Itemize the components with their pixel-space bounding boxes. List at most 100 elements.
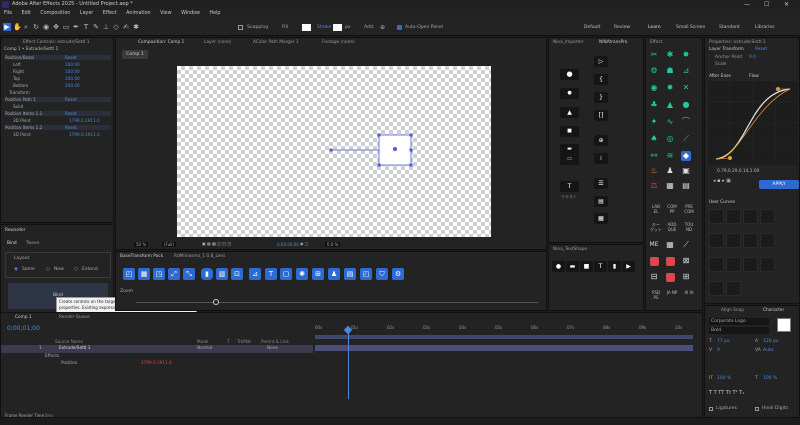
zoom-dropdown[interactable]: 50 % [134, 242, 149, 247]
close-button[interactable]: ✕ [784, 0, 789, 9]
font-style-dropdown[interactable]: Bold [709, 327, 769, 334]
curve-preset[interactable] [743, 209, 758, 224]
shrink-button[interactable]: ⤡ [183, 268, 195, 280]
image-button[interactable]: ▥ [216, 268, 228, 280]
work-area-bar[interactable] [315, 335, 693, 339]
layer-name[interactable]: Extrude/Settl 1 [59, 345, 90, 350]
precom-button[interactable]: PRE COM [682, 204, 696, 214]
apply-button[interactable]: APPLY [759, 180, 799, 189]
ec-value[interactable]: 100.00 [65, 76, 80, 81]
snapping-checkbox[interactable] [238, 25, 243, 30]
keyget-button[interactable]: キー ゲット [650, 222, 662, 232]
anchor-point-value[interactable]: 0.0 [749, 55, 756, 60]
rotate-tool-icon[interactable]: ↻ [32, 23, 40, 31]
shield-button[interactable]: ⛉ [376, 268, 388, 280]
ts-bar-icon[interactable]: ▬ [566, 261, 579, 272]
minimize-button[interactable]: — [744, 0, 750, 9]
leading-value[interactable]: 120 px [763, 339, 779, 344]
fx-curve-icon[interactable]: ⌒ [681, 117, 691, 127]
footage-tab[interactable]: Footage (none) [322, 40, 355, 45]
shape-layer-preview[interactable] [328, 133, 416, 169]
align-grid-button[interactable]: ▦ [138, 268, 150, 280]
compp-button[interactable]: COM PP [666, 204, 678, 214]
ec-reset-link[interactable]: Reset [65, 97, 77, 102]
fx-puppet-icon[interactable]: ♟ [665, 166, 675, 176]
curve-preset[interactable] [743, 233, 758, 248]
stroke-swatch[interactable] [333, 24, 342, 31]
fx-tree-icon[interactable]: ♠ [649, 134, 659, 144]
exposure-value[interactable]: 0.0 % [325, 242, 341, 247]
pen-tool-icon[interactable]: ✒ [72, 23, 80, 31]
fx-balance-icon[interactable]: ⚖ [649, 181, 659, 191]
auto-open-checkbox[interactable] [397, 25, 402, 30]
fx-ring-icon[interactable]: ◎ [665, 134, 675, 144]
horizontal-scale-value[interactable]: 100 % [763, 376, 777, 381]
fx-diag-icon[interactable]: ⊟ [649, 272, 659, 282]
ts-text-icon[interactable]: T [594, 261, 607, 272]
fx-wave-icon[interactable]: ∿ [665, 117, 675, 127]
menu-animation[interactable]: Animation [126, 11, 150, 16]
label-button[interactable]: LAB EL [650, 204, 662, 214]
curve-preset[interactable] [760, 209, 775, 224]
composition-tab[interactable]: Composition: Comp 1 [138, 40, 184, 45]
flow-tab[interactable]: Flow [749, 74, 759, 79]
workspace-libraries[interactable]: Libraries [755, 25, 774, 30]
fx-x-icon[interactable]: ✕ [681, 83, 691, 93]
radio-new-icon[interactable]: ○ [46, 267, 50, 272]
zoom-slider-handle[interactable] [213, 299, 219, 305]
menu-help[interactable]: Help [210, 11, 221, 16]
brush-tool-icon[interactable]: ✎ [92, 23, 100, 31]
hindi-digits-checkbox[interactable] [755, 407, 759, 411]
expand-button[interactable]: ⤢ [168, 268, 180, 280]
null-button[interactable]: ⊞ [312, 268, 324, 280]
curve-preset[interactable] [760, 257, 775, 272]
character-tab[interactable]: Character [763, 308, 784, 313]
play-icon[interactable]: ▷ [594, 56, 608, 67]
curve-preset[interactable] [709, 257, 724, 272]
fill-color-swatch[interactable] [777, 318, 791, 332]
properties-tab[interactable]: Properties: extrude/Settl 1 [709, 40, 766, 45]
timecode-display[interactable]: 0;00;00;00 [277, 242, 299, 247]
basetransform-tab[interactable]: BaseTransform Pack [120, 254, 163, 259]
fx-burst-icon[interactable]: ✸ [681, 50, 691, 60]
workspace-small-screen[interactable]: Small Screen [676, 25, 705, 30]
layer-row[interactable]: 1 Extrude/Settl 1 Normal None [1, 345, 313, 353]
fx-me-icon[interactable]: ME [649, 240, 659, 250]
radio-extend-icon[interactable]: ○ [74, 267, 78, 272]
menu-layer[interactable]: Layer [80, 11, 93, 16]
layer-duration-bar[interactable] [315, 345, 693, 351]
type-tool-icon[interactable]: T [82, 23, 90, 31]
fx-red2-icon[interactable] [666, 257, 675, 266]
square-button[interactable]: ■ [560, 126, 579, 137]
radio-same-icon[interactable]: ◉ [14, 267, 18, 272]
fx-cross-icon[interactable]: ⊠ [681, 256, 691, 266]
ec-value[interactable]: 100.00 [65, 83, 80, 88]
fx-flame-icon[interactable]: ♨ [649, 166, 659, 176]
fx-slash-icon[interactable]: ⟋ [681, 240, 691, 250]
puppet-button[interactable]: ♟ [328, 268, 340, 280]
ts-video-icon[interactable]: ▶ [622, 261, 635, 272]
bracket-close-icon[interactable]: } [594, 92, 608, 103]
chart-button[interactable]: ⊿ [249, 268, 261, 280]
fill-swatch[interactable] [302, 24, 311, 31]
pill-button[interactable]: ▭ [560, 154, 579, 165]
circle-small-button[interactable]: ● [560, 88, 579, 99]
ease-curve-graph[interactable] [708, 81, 798, 165]
curve-preset[interactable] [726, 209, 741, 224]
fx-red3-icon[interactable] [666, 273, 675, 282]
curve-preset[interactable] [709, 281, 724, 296]
add-dropdown-icon[interactable]: ⊕ [380, 24, 385, 31]
tween-tab[interactable]: Tween [26, 241, 39, 246]
vertical-scale-value[interactable]: 100 % [717, 376, 731, 381]
ec-value[interactable]: 100.00 [65, 69, 80, 74]
render-queue-tab[interactable]: Render Queue [59, 315, 90, 320]
ease-presets-icons[interactable]: ◂ ▪ ▸ ▣ [713, 178, 731, 184]
ec-reset-link[interactable]: Reset [65, 55, 77, 60]
tound-button[interactable]: TOU ND [682, 222, 696, 232]
nina-textshape-tab[interactable]: Nina_TextShape [553, 247, 587, 252]
maximize-button[interactable]: ☐ [764, 0, 769, 9]
fx-star-icon[interactable]: ✹ [665, 83, 675, 93]
resolution-dropdown[interactable]: (Full) [162, 242, 176, 247]
rectangle-tool-icon[interactable]: ▭ [62, 23, 70, 31]
stroke-width[interactable]: px [345, 25, 351, 30]
